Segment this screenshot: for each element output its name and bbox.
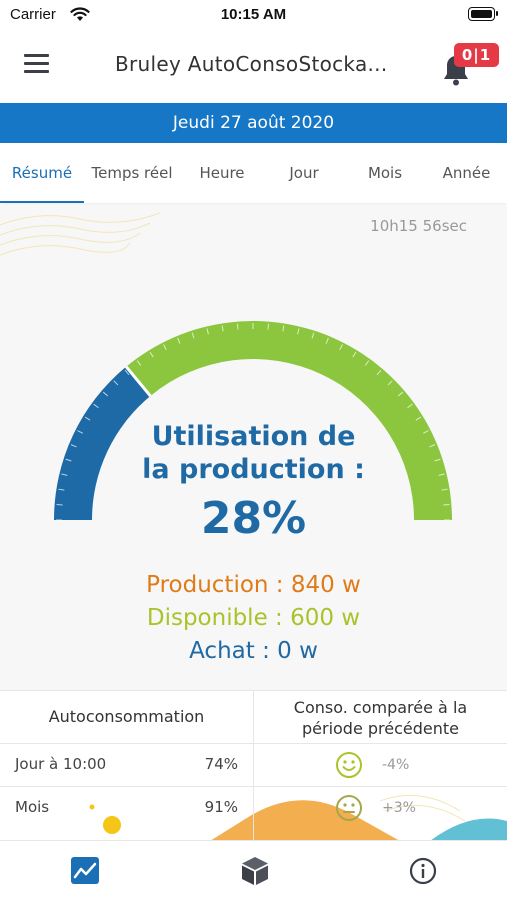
tab-temps-reel[interactable]: Temps réel <box>84 143 180 203</box>
info-icon <box>409 857 437 885</box>
battery-icon <box>468 7 498 21</box>
row-label-jour: Jour à 10:00 <box>15 755 107 773</box>
row-percent-mois: 91% <box>204 798 238 816</box>
tab-mois[interactable]: Mois <box>344 143 426 203</box>
row-divider <box>0 743 507 744</box>
achat-value: Achat : 0 w <box>189 638 318 664</box>
chart-icon <box>71 857 99 884</box>
bottom-nav <box>0 840 507 900</box>
tab-heure[interactable]: Heure <box>180 143 264 203</box>
menu-icon-line <box>24 62 49 65</box>
happy-smiley-icon <box>336 752 362 778</box>
nav-info-button[interactable] <box>405 855 441 887</box>
row-label-mois: Mois <box>15 798 50 816</box>
menu-button[interactable] <box>22 54 54 78</box>
gauge-title-line2: la production : <box>142 454 365 485</box>
summary-panel: 10h15 56sec Utilisation de la production… <box>0 205 507 690</box>
period-tabs: Résumé Temps réel Heure Jour Mois Année <box>0 143 507 203</box>
gauge-value: 28% <box>200 493 307 544</box>
menu-icon-line <box>24 54 49 57</box>
cube-icon <box>242 857 268 885</box>
tab-jour[interactable]: Jour <box>264 143 344 203</box>
row-divider <box>0 786 507 787</box>
header-comparison: Conso. comparée à la période précédente <box>254 697 507 739</box>
header-autoconsommation: Autoconsommation <box>48 707 205 726</box>
tab-resume[interactable]: Résumé <box>0 143 84 203</box>
gauge-title: Utilisation de la production : <box>0 420 507 486</box>
nav-dashboard-button[interactable] <box>68 855 104 887</box>
autoconsumption-table: Autoconsommation Conso. comparée à la pé… <box>0 690 507 840</box>
disponible-value: Disponible : 600 w <box>146 605 361 631</box>
row-comparison-mois: +3% <box>382 800 416 816</box>
tab-annee[interactable]: Année <box>426 143 507 203</box>
site-title: Bruley AutoConsoStocka... <box>115 52 388 76</box>
clock: 10:15 AM <box>220 6 287 23</box>
menu-icon-line <box>24 70 49 73</box>
notification-badge[interactable]: 0|1 <box>454 43 499 67</box>
row-comparison-jour: -4% <box>382 757 410 773</box>
row-percent-jour: 74% <box>204 755 238 773</box>
status-bar: Carrier 10:15 AM <box>0 0 507 30</box>
gauge-title-line1: Utilisation de <box>151 421 356 452</box>
date-bar[interactable]: Jeudi 27 août 2020 <box>0 103 507 143</box>
nav-devices-button[interactable] <box>237 855 273 887</box>
header-comparison-line1: Conso. comparée à la <box>293 698 468 717</box>
header-comparison-line2: période précédente <box>301 719 460 738</box>
production-value: Production : 840 w <box>146 572 361 598</box>
app-header: Bruley AutoConsoStocka... 0|1 <box>0 30 507 103</box>
neutral-smiley-icon <box>336 795 362 821</box>
